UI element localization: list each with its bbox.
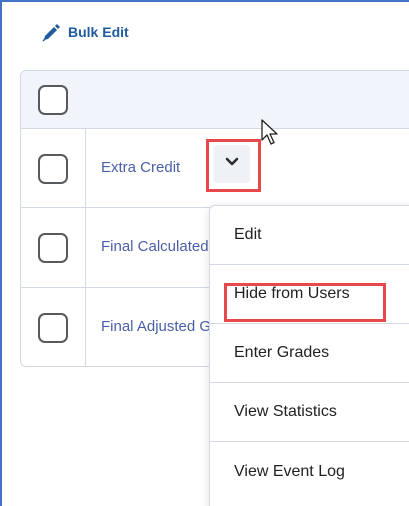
chevron-down-icon xyxy=(224,155,240,173)
menu-item-view-event-log[interactable]: View Event Log xyxy=(210,442,409,501)
menu-item-enter-grades[interactable]: Enter Grades xyxy=(210,324,409,383)
row-checkbox[interactable] xyxy=(38,313,68,343)
item-actions-button[interactable] xyxy=(214,145,250,183)
row-checkbox[interactable] xyxy=(38,233,68,263)
select-all-checkbox[interactable] xyxy=(38,85,68,115)
menu-item-hide-from-users[interactable]: Hide from Users xyxy=(210,265,409,324)
grade-item-link[interactable]: Final Calculated Grade xyxy=(101,238,209,255)
menu-item-edit[interactable]: Edit xyxy=(210,206,409,265)
menu-item-view-statistics[interactable]: View Statistics xyxy=(210,383,409,442)
bulk-edit-button[interactable]: Bulk Edit xyxy=(68,24,129,40)
row-checkbox[interactable] xyxy=(38,154,68,184)
grade-item-link[interactable]: Extra Credit xyxy=(101,159,180,176)
mouse-cursor-icon xyxy=(260,118,280,148)
table-header-row xyxy=(21,71,409,129)
pencil-icon[interactable] xyxy=(42,22,62,42)
toolbar: Bulk Edit xyxy=(42,22,129,42)
context-menu: Edit Hide from Users Enter Grades View S… xyxy=(209,205,409,506)
grade-item-link[interactable]: Final Adjusted Grade xyxy=(101,318,209,335)
